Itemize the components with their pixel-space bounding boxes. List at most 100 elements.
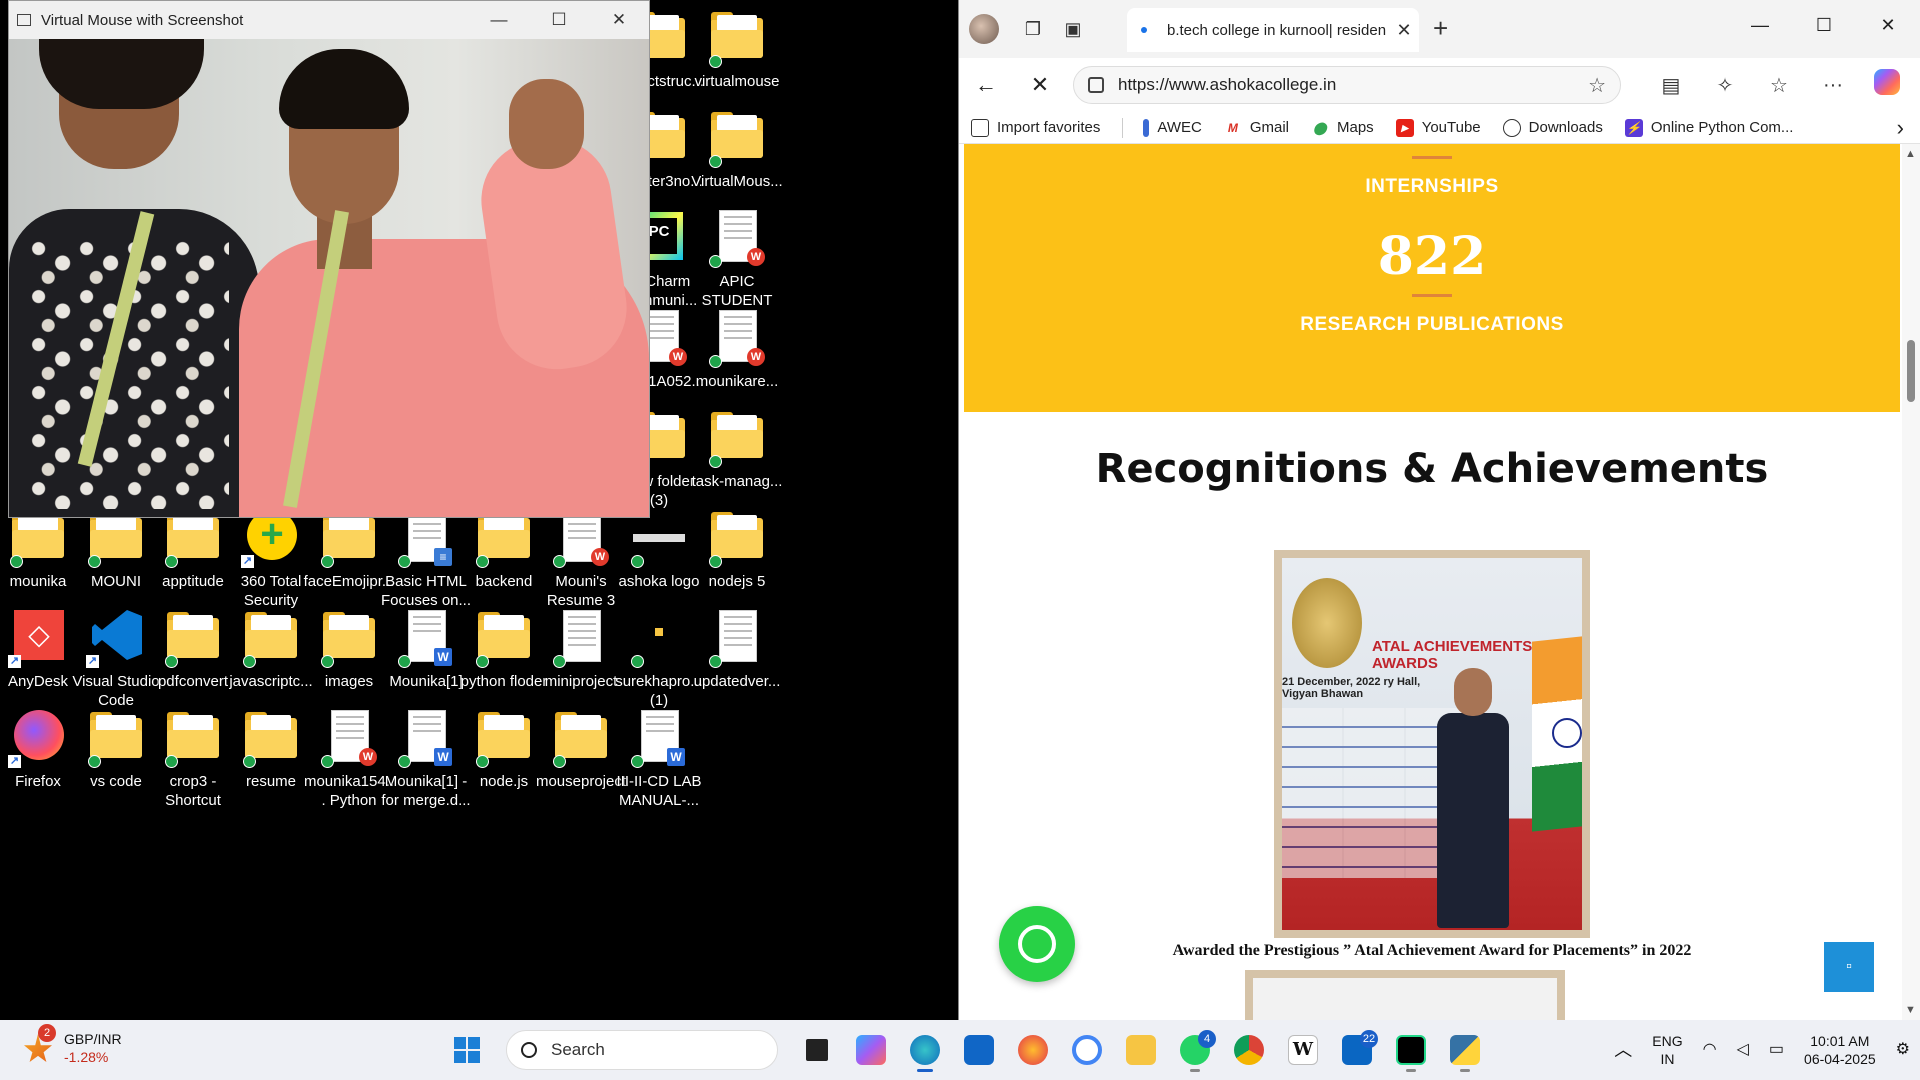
notifications-icon[interactable]: ⚙ xyxy=(1886,1041,1920,1059)
desktop-icon[interactable]: W III-II-CD LAB MANUAL-... xyxy=(612,702,706,818)
virtual-mouse-window[interactable]: Virtual Mouse with Screenshot — ☐ ✕ xyxy=(8,0,650,518)
close-button[interactable]: ✕ xyxy=(589,10,649,30)
desktop-icon[interactable]: updatedver... xyxy=(690,602,784,718)
chrome-google-taskbar-button[interactable] xyxy=(1060,1028,1114,1072)
pycharm-taskbar-button[interactable] xyxy=(1384,1028,1438,1072)
desktop-icon[interactable]: virtualmouse xyxy=(690,2,784,118)
chevron-up-icon[interactable]: ︿ xyxy=(1604,1041,1642,1059)
window-titlebar[interactable]: Virtual Mouse with Screenshot — ☐ ✕ xyxy=(9,1,649,39)
banner-sub: 21 December, 2022 ry Hall, Vigyan Bhawan xyxy=(1282,676,1421,700)
fav-awec[interactable]: AWEC xyxy=(1143,118,1202,137)
stop-loading-button[interactable]: ✕ xyxy=(1013,72,1067,98)
wikipedia-taskbar-button[interactable]: W xyxy=(1276,1028,1330,1072)
maps-icon: ⬤ xyxy=(1313,120,1327,135)
scrollbar-thumb[interactable] xyxy=(1907,340,1915,402)
profile-avatar[interactable] xyxy=(969,14,999,44)
favorite-star-icon[interactable]: ☆ xyxy=(1588,73,1606,98)
folder-icon xyxy=(551,708,611,768)
lock-icon[interactable] xyxy=(1088,77,1104,93)
extensions-icon[interactable]: ✧ xyxy=(1698,73,1752,98)
desktop-icon-label: VirtualMous... xyxy=(691,173,783,190)
google-icon xyxy=(1072,1035,1102,1065)
firefox-taskbar-button[interactable] xyxy=(1006,1028,1060,1072)
desktop-icon[interactable]: Wmounikare... xyxy=(690,302,784,418)
navigation-bar: ← ✕ https://www.ashokacollege.in ☆ ▤ ✧ ☆… xyxy=(959,58,1920,112)
copilot-icon[interactable] xyxy=(1860,69,1914,101)
app-icon xyxy=(17,14,31,26)
camera-feed xyxy=(9,39,649,517)
favorites-icon[interactable]: ☆ xyxy=(1752,73,1806,98)
chevron-right-icon[interactable]: › xyxy=(1897,115,1904,141)
folder-icon xyxy=(1126,1035,1156,1065)
browser-minimize-button[interactable]: — xyxy=(1728,0,1792,50)
clock[interactable]: 10:01 AM 06-04-2025 xyxy=(1794,1032,1886,1068)
scroll-down-icon[interactable]: ▼ xyxy=(1905,1004,1916,1016)
edge-browser-window[interactable]: ❐ ▣ b.tech college in kurnool| residen ✕… xyxy=(958,0,1920,1020)
linkedin-taskbar-button[interactable]: 22 xyxy=(1330,1028,1384,1072)
folder-icon xyxy=(707,408,767,468)
scroll-up-icon[interactable]: ▲ xyxy=(1905,148,1916,160)
reading-view-icon[interactable]: ▤ xyxy=(1644,73,1698,98)
search-box[interactable]: Search xyxy=(506,1030,778,1070)
start-button[interactable] xyxy=(440,1028,494,1072)
second-photo xyxy=(1245,970,1565,1020)
new-tab-button[interactable]: + xyxy=(1433,13,1448,44)
browser-close-button[interactable]: ✕ xyxy=(1856,0,1920,50)
edge-taskbar-button[interactable] xyxy=(898,1028,952,1072)
fav-maps[interactable]: ⬤ Maps xyxy=(1311,119,1373,137)
wifi-icon[interactable]: ◠ xyxy=(1693,1041,1727,1059)
desktop-icon[interactable]: VirtualMous... xyxy=(690,102,784,218)
outlook-taskbar-button[interactable] xyxy=(952,1028,1006,1072)
volume-icon[interactable]: ◁ xyxy=(1727,1041,1759,1059)
more-options-icon[interactable]: ··· xyxy=(1806,74,1860,97)
pycharm-icon xyxy=(1396,1035,1426,1065)
wps-icon: W xyxy=(707,308,767,368)
url-text[interactable]: https://www.ashokacollege.in xyxy=(1118,75,1588,95)
language-indicator[interactable]: ENG IN xyxy=(1642,1032,1692,1068)
widget-title: GBP/INR xyxy=(64,1031,122,1047)
word-icon: W xyxy=(396,708,456,768)
browser-tab[interactable]: b.tech college in kurnool| residen ✕ xyxy=(1127,8,1419,52)
task-view-button[interactable] xyxy=(790,1028,844,1072)
minimize-button[interactable]: — xyxy=(469,10,529,30)
fav-import[interactable]: Import favorites xyxy=(971,118,1100,137)
whatsapp-chat-button[interactable] xyxy=(999,906,1075,982)
tab-title: b.tech college in kurnool| residen xyxy=(1167,21,1387,39)
notification-badge: 2 xyxy=(38,1024,56,1042)
fav-youtube[interactable]: ▶ YouTube xyxy=(1395,118,1481,137)
python-taskbar-button[interactable] xyxy=(1438,1028,1492,1072)
desktop-icon[interactable]: WAPIC STUDENT C... xyxy=(690,202,784,328)
file-explorer-taskbar-button[interactable] xyxy=(1114,1028,1168,1072)
maximize-button[interactable]: ☐ xyxy=(529,10,589,30)
doc-icon xyxy=(551,608,611,668)
page-scrollbar[interactable]: ▲ ▼ xyxy=(1902,144,1920,1020)
copilot-taskbar-button[interactable] xyxy=(844,1028,898,1072)
folder-icon xyxy=(163,608,223,668)
stat-label-publications: RESEARCH PUBLICATIONS xyxy=(1300,314,1564,335)
market-widget[interactable]: 2 GBP/INR -1.28% xyxy=(24,1024,122,1066)
back-button[interactable]: ← xyxy=(959,72,1013,98)
address-bar[interactable]: https://www.ashokacollege.in ☆ xyxy=(1073,66,1621,104)
divider xyxy=(1122,117,1124,138)
fav-downloads[interactable]: Downloads xyxy=(1502,118,1603,137)
desktop-icon-label: nodejs 5 xyxy=(708,573,766,590)
folder-icon xyxy=(241,608,301,668)
divider xyxy=(1412,294,1452,297)
desktop-icon[interactable]: task-manag... xyxy=(690,402,784,518)
tab-close-icon[interactable]: ✕ xyxy=(1389,20,1419,41)
fav-gmail[interactable]: M Gmail xyxy=(1224,119,1289,137)
desktop-icon[interactable]: nodejs 5 xyxy=(690,502,784,618)
tab-actions-icon[interactable]: ▣ xyxy=(1053,9,1093,49)
chrome-icon xyxy=(1234,1035,1264,1065)
browser-maximize-button[interactable]: ☐ xyxy=(1792,0,1856,50)
chrome-taskbar-button[interactable] xyxy=(1222,1028,1276,1072)
taskbar: 2 GBP/INR -1.28% Search 4 W 22 ︿ ENG IN … xyxy=(0,1020,1920,1080)
workspaces-icon[interactable]: ❐ xyxy=(1013,9,1053,49)
fav-online-python[interactable]: ⚡ Online Python Com... xyxy=(1624,118,1793,137)
clock-time: 10:01 AM xyxy=(1810,1033,1870,1049)
scroll-to-top-button[interactable]: ▫ xyxy=(1824,942,1874,992)
divider xyxy=(1412,156,1452,159)
python-icon xyxy=(1450,1035,1480,1065)
whatsapp-taskbar-button[interactable]: 4 xyxy=(1168,1028,1222,1072)
battery-icon[interactable]: ▭ xyxy=(1759,1041,1794,1059)
